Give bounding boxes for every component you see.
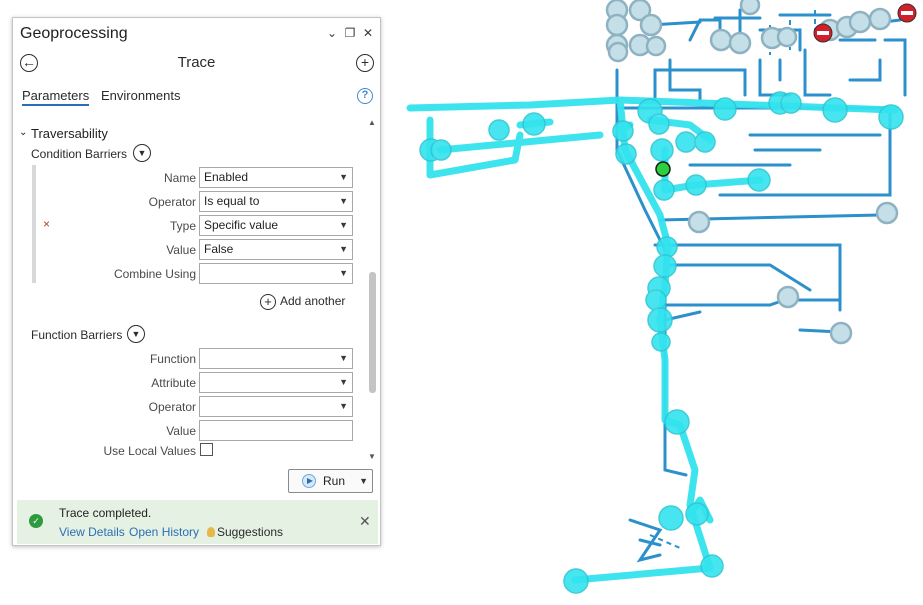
status-message-bar: ✓ Trace completed. View Details Open His… <box>17 500 378 544</box>
function-operator-dropdown[interactable]: ▼ <box>199 396 353 417</box>
success-check-icon: ✓ <box>29 514 43 528</box>
play-icon <box>302 474 316 488</box>
remove-condition-icon[interactable]: × <box>43 217 50 231</box>
chevron-down-icon: ▼ <box>339 172 348 182</box>
chevron-down-icon: ▼ <box>339 244 348 254</box>
function-value-input[interactable] <box>199 420 353 441</box>
type-label: Type <box>169 219 196 233</box>
chevron-down-icon: ▼ <box>339 377 348 387</box>
name-label: Name <box>163 171 196 185</box>
starting-point-marker[interactable] <box>655 161 671 177</box>
chevron-down-icon: ▼ <box>339 401 348 411</box>
function-value-label: Value <box>166 424 196 438</box>
name-value: Enabled <box>204 170 249 184</box>
chevron-down-icon: ▼ <box>339 268 348 278</box>
value-label: Value <box>166 243 196 257</box>
add-another-label: Add another <box>280 294 346 309</box>
attribute-dropdown[interactable]: ▼ <box>199 372 353 393</box>
panel-options-chevron-icon[interactable]: ⌄ <box>325 26 339 40</box>
combine-using-label: Combine Using <box>113 267 196 281</box>
condition-group-indicator <box>32 165 36 283</box>
traversability-heading[interactable]: Traversability <box>31 126 108 141</box>
operator-dropdown[interactable]: Is equal to ▼ <box>199 191 353 212</box>
combine-using-dropdown[interactable]: ▼ <box>199 263 353 284</box>
condition-barriers-label: Condition Barriers <box>31 147 128 161</box>
chevron-down-icon: ▼ <box>339 196 348 206</box>
operator-value: Is equal to <box>204 194 260 208</box>
lightbulb-icon <box>207 527 215 537</box>
tab-parameters[interactable]: Parameters <box>22 88 90 106</box>
function-label: Function <box>149 352 196 366</box>
name-dropdown[interactable]: Enabled ▼ <box>199 167 353 188</box>
run-options-chevron-icon[interactable]: ▼ <box>359 470 368 492</box>
run-button[interactable]: Run ▼ <box>288 469 373 493</box>
view-details-link[interactable]: View Details <box>59 525 125 539</box>
operator-label: Operator <box>148 195 196 209</box>
chevron-down-icon: ▼ <box>339 220 348 230</box>
suggestions-label: Suggestions <box>217 525 284 539</box>
add-plus-icon[interactable]: + <box>356 54 374 72</box>
maximize-icon[interactable]: ❐ <box>343 26 357 40</box>
scroll-up-icon[interactable]: ▲ <box>367 118 377 128</box>
status-close-icon[interactable]: ✕ <box>359 513 371 530</box>
use-local-values-checkbox[interactable] <box>200 443 213 456</box>
function-operator-label: Operator <box>148 400 196 414</box>
chevron-down-icon: ▼ <box>339 353 348 363</box>
suggestions-link[interactable]: Suggestions <box>207 525 283 539</box>
scroll-thumb[interactable] <box>369 272 376 393</box>
condition-barriers-expand-icon[interactable]: ▼ <box>133 144 151 162</box>
attribute-label: Attribute <box>151 376 196 390</box>
function-dropdown[interactable]: ▼ <box>199 348 353 369</box>
type-dropdown[interactable]: Specific value ▼ <box>199 215 353 236</box>
function-barriers-label: Function Barriers <box>31 328 123 342</box>
status-message: Trace completed. <box>59 506 152 520</box>
collapse-chevron-icon[interactable]: ⌄ <box>19 127 27 138</box>
help-icon[interactable]: ? <box>357 88 373 104</box>
use-local-values-label: Use Local Values <box>103 444 197 458</box>
open-history-link[interactable]: Open History <box>129 525 199 539</box>
geoprocessing-panel: Geoprocessing ⌄ ❐ ✕ ← Trace + Parameters… <box>12 17 381 546</box>
value-dropdown[interactable]: False ▼ <box>199 239 353 260</box>
panel-title: Geoprocessing <box>20 25 128 42</box>
close-icon[interactable]: ✕ <box>361 26 375 40</box>
run-label: Run <box>323 474 346 488</box>
tab-environments[interactable]: Environments <box>101 88 180 103</box>
scroll-down-icon[interactable]: ▼ <box>367 452 377 462</box>
tool-title: Trace <box>177 54 216 71</box>
plus-circle-icon: + <box>260 294 276 310</box>
function-barriers-expand-icon[interactable]: ▼ <box>127 325 145 343</box>
value-value: False <box>204 242 234 256</box>
add-another-button[interactable]: + Add another <box>260 294 345 310</box>
type-value: Specific value <box>204 218 279 232</box>
